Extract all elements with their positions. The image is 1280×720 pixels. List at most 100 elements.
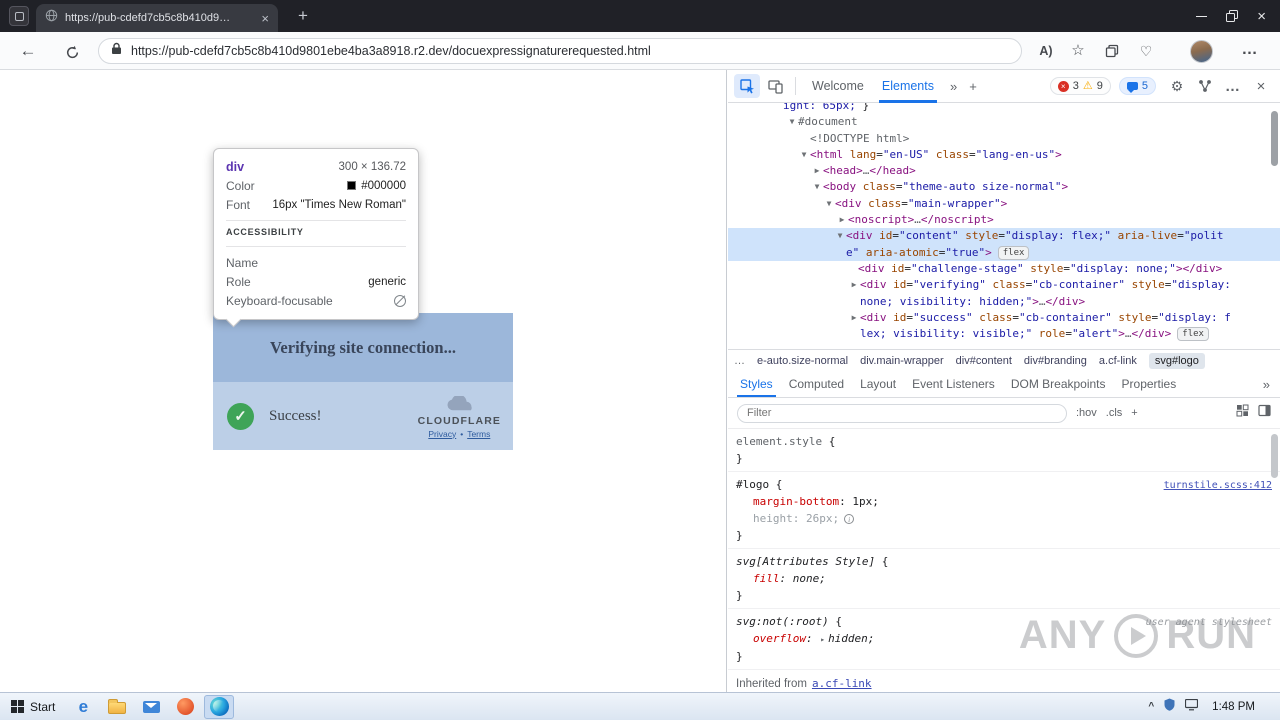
back-button[interactable]: ←: [16, 39, 40, 63]
browser-essentials-icon[interactable]: ♡: [1134, 41, 1158, 63]
breadcrumb-item[interactable]: e-auto.size-normal: [757, 355, 848, 367]
styles-tab-properties[interactable]: Properties: [1114, 371, 1185, 397]
styles-scrollbar-thumb[interactable]: [1271, 434, 1278, 478]
profile-avatar[interactable]: [1190, 40, 1213, 63]
tree-expand-arrow[interactable]: ▶: [848, 310, 860, 326]
styles-tab-event-listeners[interactable]: Event Listeners: [904, 371, 1003, 397]
styles-tab-dom-breakpoints[interactable]: DOM Breakpoints: [1003, 371, 1114, 397]
address-url[interactable]: https://pub-cdefd7cb5c8b410d9801ebe4ba3a…: [131, 44, 651, 58]
settings-menu-icon[interactable]: …: [1238, 41, 1262, 63]
tab-actions-icon[interactable]: [9, 6, 29, 26]
breadcrumb-item[interactable]: svg#logo: [1148, 352, 1205, 369]
taskbar-edge-icon[interactable]: [204, 694, 235, 719]
breadcrumb-item[interactable]: div#content: [956, 355, 1012, 367]
tree-expand-arrow[interactable]: ▶: [848, 277, 860, 293]
style-selector[interactable]: svg[Attributes Style]: [736, 555, 875, 568]
dom-tree-line[interactable]: <!DOCTYPE html>: [728, 131, 1280, 147]
refresh-button[interactable]: [60, 39, 84, 63]
flex-badge[interactable]: flex: [997, 245, 1030, 260]
dom-tree-line[interactable]: lex; visibility: visible;" role="alert">…: [728, 326, 1280, 342]
device-toolbar-icon[interactable]: [762, 74, 788, 98]
dom-tree-line[interactable]: ▶ <div id="verifying" class="cb-container…: [728, 277, 1280, 293]
tree-expand-arrow[interactable]: ▼: [811, 179, 823, 195]
taskbar-ie-icon[interactable]: e: [68, 695, 98, 719]
new-style-rule-button[interactable]: +: [1131, 407, 1137, 419]
address-bar[interactable]: https://pub-cdefd7cb5c8b410d9801ebe4ba3a…: [98, 38, 1022, 64]
tray-shield-icon[interactable]: [1164, 698, 1175, 716]
terms-link[interactable]: Terms: [467, 429, 490, 439]
styles-more-tabs-icon[interactable]: »: [1257, 377, 1276, 392]
css-property[interactable]: fill: none;: [736, 570, 1272, 587]
window-close-button[interactable]: ×: [1257, 9, 1266, 24]
stylesheet-source-link[interactable]: turnstile.scss:412: [1164, 477, 1272, 494]
styles-filter-input[interactable]: [737, 403, 1067, 423]
devtools-settings-icon[interactable]: ⚙: [1164, 74, 1190, 98]
css-property[interactable]: height: 26px; i: [736, 510, 1272, 527]
toggle-class-button[interactable]: .cls: [1106, 407, 1123, 419]
rendering-swatches-icon[interactable]: [1236, 404, 1249, 422]
tree-expand-arrow[interactable]: ▶: [836, 212, 848, 228]
flex-badge[interactable]: flex: [1177, 327, 1209, 342]
add-tab-icon[interactable]: +: [964, 79, 982, 94]
taskbar-mail-icon[interactable]: [136, 695, 166, 719]
dom-tree-line[interactable]: ▼ <html lang="en-US" class="lang-en-us">: [728, 147, 1280, 163]
styles-tab-styles[interactable]: Styles: [732, 371, 781, 397]
styles-tab-layout[interactable]: Layout: [852, 371, 904, 397]
expand-shorthand-icon[interactable]: ▸: [820, 635, 825, 644]
tree-expand-arrow[interactable]: ▶: [811, 163, 823, 179]
devtools-connections-icon[interactable]: [1192, 74, 1218, 98]
window-minimize-button[interactable]: [1196, 15, 1208, 17]
style-selector[interactable]: element.style: [736, 435, 822, 448]
taskbar-clock[interactable]: 1:48 PM: [1212, 701, 1255, 713]
start-button[interactable]: Start: [0, 693, 66, 720]
dom-tree-line[interactable]: none; visibility: hidden;">…</div>: [728, 294, 1280, 310]
dom-scrollbar-thumb[interactable]: [1271, 111, 1278, 166]
style-selector[interactable]: svg:not(:root): [736, 615, 829, 628]
read-aloud-icon[interactable]: A): [1034, 41, 1058, 63]
tab-close-icon[interactable]: ×: [261, 12, 269, 25]
browser-tab[interactable]: https://pub-cdefd7cb5c8b410d9… ×: [36, 4, 278, 32]
privacy-link[interactable]: Privacy: [428, 429, 456, 439]
style-selector[interactable]: #logo: [736, 478, 769, 491]
window-restore-button[interactable]: [1226, 10, 1239, 22]
dom-tree-line[interactable]: ▼ <div class="main-wrapper">: [728, 196, 1280, 212]
tree-expand-arrow[interactable]: ▼: [786, 114, 798, 130]
tree-expand-arrow[interactable]: ▼: [823, 196, 835, 212]
cloudflare-branding[interactable]: CLOUDFLARE Privacy • Terms: [418, 394, 501, 439]
dom-tree-line[interactable]: ▶ <noscript>…</noscript>: [728, 212, 1280, 228]
css-property[interactable]: overflow: ▸ hidden;: [736, 630, 1272, 648]
breadcrumb-item[interactable]: a.cf-link: [1099, 355, 1137, 367]
dom-tree-line[interactable]: ▼ <div id="content" style="display: flex;…: [728, 228, 1280, 245]
inspect-element-icon[interactable]: [734, 74, 760, 98]
breadcrumb-overflow-icon[interactable]: …: [734, 355, 745, 367]
sidebar-toggle-icon[interactable]: [1258, 404, 1271, 422]
dom-tree-line[interactable]: e" aria-atomic="true"> flex: [728, 244, 1280, 261]
devtools-close-icon[interactable]: ×: [1248, 74, 1274, 98]
devtools-tab-elements[interactable]: Elements: [873, 70, 943, 103]
tree-expand-arrow[interactable]: ▼: [798, 147, 810, 163]
devtools-tab-welcome[interactable]: Welcome: [803, 70, 873, 103]
tray-network-icon[interactable]: [1185, 698, 1199, 716]
issues-badge[interactable]: 5: [1118, 77, 1156, 95]
dom-tree-line[interactable]: ▶ <head>…</head>: [728, 163, 1280, 179]
lock-icon[interactable]: [111, 42, 122, 60]
collections-icon[interactable]: [1100, 41, 1124, 63]
inherited-link[interactable]: a.cf-link: [812, 677, 872, 690]
css-property[interactable]: margin-bottom: 1px;: [736, 493, 1272, 510]
tray-chevron-up-icon[interactable]: ^: [1148, 701, 1154, 712]
dom-tree-line[interactable]: <div id="challenge-stage" style="display…: [728, 261, 1280, 277]
taskbar-app-orange-icon[interactable]: [170, 695, 200, 719]
dom-tree-line[interactable]: ight: 65px; }: [728, 103, 1280, 114]
more-tabs-icon[interactable]: »: [945, 79, 962, 94]
breadcrumb-item[interactable]: div.main-wrapper: [860, 355, 944, 367]
dom-tree-line[interactable]: ▼ <body class="theme-auto size-normal">: [728, 179, 1280, 195]
taskbar-file-explorer-icon[interactable]: [102, 695, 132, 719]
dom-tree-line[interactable]: ▼ #document: [728, 114, 1280, 130]
tree-expand-arrow[interactable]: ▼: [834, 228, 846, 244]
info-icon[interactable]: i: [844, 514, 855, 524]
favorites-star-icon[interactable]: ☆: [1066, 41, 1090, 63]
new-tab-button[interactable]: +: [292, 5, 314, 27]
toggle-hover-state-button[interactable]: :hov: [1076, 407, 1097, 419]
devtools-menu-icon[interactable]: …: [1220, 74, 1246, 98]
errors-warnings-badge[interactable]: × 3 ⚠ 9: [1049, 77, 1111, 95]
